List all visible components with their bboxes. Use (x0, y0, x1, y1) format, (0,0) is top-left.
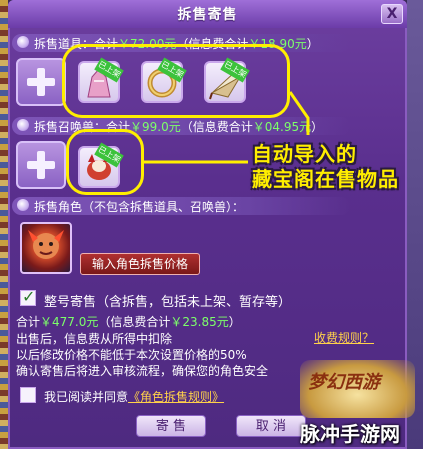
bullet-icon (17, 199, 29, 211)
fee-rules-link[interactable]: 收费规则？ (314, 329, 374, 346)
character-avatar-icon (28, 230, 64, 259)
consignment-window: 拆售寄售 X 拆售道具：合计￥72.00元（信息费合计￥18.90元） 已上架 … (8, 0, 415, 449)
whole-sale-checkbox[interactable]: ✓ (20, 287, 36, 306)
note-line: 出售后，信息费从所得中扣除 (16, 332, 173, 346)
game-logo: 梦幻西游 (300, 360, 415, 418)
character-section-header: 拆售角色（不包含拆售道具、召唤兽）： (12, 197, 350, 215)
rules-link[interactable]: 《角色拆售规则》 (128, 390, 224, 404)
enter-character-price-button[interactable]: 输入角色拆售价格 (80, 253, 200, 275)
agreement-checkbox[interactable] (20, 387, 36, 403)
background-left (0, 0, 8, 449)
checkmark-icon: ✓ (22, 287, 36, 306)
site-watermark: 脉冲手游网 (300, 422, 400, 446)
whole-sale-total: 合计￥477.0元（信息费合计￥23.85元） (16, 315, 241, 329)
cancel-button[interactable]: 取 消 (236, 415, 306, 437)
logo-text: 梦幻西游 (308, 372, 380, 393)
note-line: 以后修改价格不能低于本次设置价格的50% (16, 348, 247, 362)
whole-sale-label: 整号寄售（含拆售，包括未上架、暂存等） (44, 295, 292, 310)
agreement-label: 我已阅读并同意《角色拆售规则》 (44, 390, 225, 404)
character-section-label: 拆售角色（不包含拆售道具、召唤兽）： (34, 200, 245, 214)
character-portrait[interactable] (20, 222, 72, 274)
note-line: 确认寄售后将进入审核流程，确保您的角色安全 (16, 364, 269, 378)
sell-button[interactable]: 寄 售 (136, 415, 206, 437)
annotation-line2: 藏宝阁在售物品 (252, 167, 399, 191)
